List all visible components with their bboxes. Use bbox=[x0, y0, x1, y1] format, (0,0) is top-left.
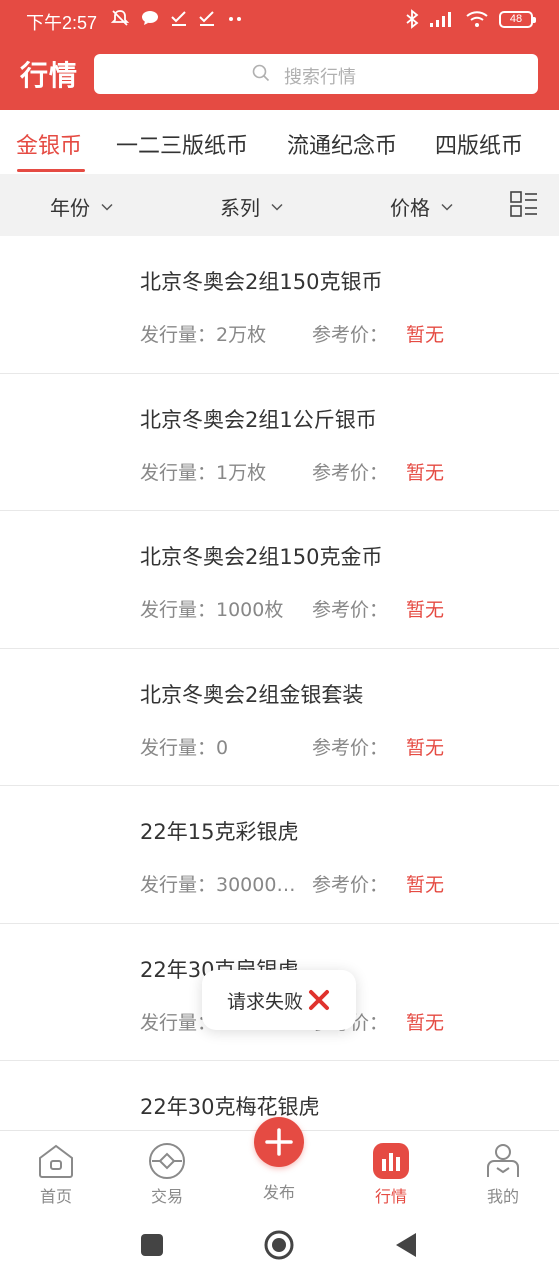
mute-icon bbox=[110, 10, 130, 26]
nav-home-label: 首页 bbox=[39, 1187, 72, 1206]
home-circle-icon[interactable] bbox=[264, 1230, 294, 1260]
layout-toggle-icon[interactable] bbox=[508, 188, 540, 220]
item-issue-volume: 发行量：0 bbox=[140, 736, 229, 759]
item-ref-label: 参考价： bbox=[312, 736, 389, 759]
active-tab-indicator bbox=[17, 169, 85, 172]
item-price: 暂无 bbox=[406, 1011, 445, 1034]
cross-mark-icon bbox=[309, 990, 329, 1010]
item-price: 暂无 bbox=[406, 874, 445, 896]
nav-home[interactable]: 首页 bbox=[16, 1141, 96, 1207]
item-issue-volume: 发行量：1000枚 bbox=[140, 599, 284, 621]
battery-indicator: 48 bbox=[499, 10, 536, 28]
more-dots-icon bbox=[229, 17, 241, 21]
tab-fourth-series-notes[interactable]: 四版纸币 bbox=[435, 128, 523, 160]
filter-bar: 年份 系列 价格 bbox=[0, 174, 559, 236]
status-bar: 下午2:57 48 bbox=[0, 0, 559, 40]
search-icon bbox=[252, 64, 270, 82]
item-price: 暂无 bbox=[406, 736, 445, 759]
nav-market-label: 行情 bbox=[374, 1187, 407, 1206]
back-icon[interactable] bbox=[392, 1230, 422, 1260]
status-right-icons: 48 bbox=[405, 9, 536, 29]
check-icon bbox=[199, 11, 214, 26]
chevron-down-icon bbox=[271, 203, 283, 211]
system-nav-bar bbox=[0, 1210, 559, 1280]
item-ref-label: 参考价： bbox=[312, 324, 389, 346]
item-issue-volume: 发行量：2万枚 bbox=[140, 324, 267, 346]
message-icon bbox=[142, 11, 158, 25]
page-title: 行情 bbox=[20, 59, 79, 92]
tab-commemorative-coins[interactable]: 流通纪念币 bbox=[287, 128, 397, 160]
item-issue-volume: 发行量：1万枚 bbox=[140, 461, 267, 484]
error-toast: 请求失败 bbox=[202, 970, 356, 1030]
category-tabs: 金银币 一二三版纸币 流通纪念币 四版纸币 bbox=[0, 110, 559, 174]
toast-message: 请求失败 bbox=[226, 990, 303, 1013]
search-input[interactable]: 搜索行情 bbox=[94, 54, 538, 94]
item-title: 北京冬奥会2组150克金币 bbox=[140, 545, 383, 569]
plus-icon bbox=[265, 1128, 293, 1156]
series-filter-label: 系列 bbox=[220, 196, 260, 220]
tab-gold-silver-coins[interactable]: 金银币 bbox=[16, 128, 82, 160]
tab-early-banknotes[interactable]: 一二三版纸币 bbox=[116, 128, 248, 160]
year-filter[interactable]: 年份 bbox=[50, 192, 114, 221]
series-filter[interactable]: 系列 bbox=[220, 192, 284, 221]
nav-profile[interactable]: 我的 bbox=[463, 1141, 543, 1207]
item-ref-label: 参考价： bbox=[312, 461, 389, 484]
item-title: 北京冬奥会2组150克银币 bbox=[140, 270, 383, 294]
chevron-down-icon bbox=[101, 203, 113, 211]
list-item[interactable]: 北京冬奥会2组1公斤银币 发行量：1万枚 参考价： 暂无 bbox=[0, 374, 559, 511]
status-time: 下午2:57 bbox=[26, 13, 98, 33]
price-filter-label: 价格 bbox=[390, 196, 430, 220]
check-icon bbox=[171, 11, 186, 26]
wifi-icon bbox=[466, 11, 488, 27]
search-placeholder: 搜索行情 bbox=[284, 67, 356, 88]
nav-profile-label: 我的 bbox=[486, 1187, 519, 1206]
item-issue-volume: 发行量：30000… bbox=[140, 874, 296, 896]
item-ref-label: 参考价： bbox=[312, 599, 389, 621]
top-bar: 下午2:57 48 行情 搜索行情 bbox=[0, 0, 559, 110]
publish-label: 发布 bbox=[262, 1183, 295, 1202]
trade-icon bbox=[149, 1143, 185, 1179]
list-item[interactable]: 北京冬奥会2组150克银币 发行量：2万枚 参考价： 暂无 bbox=[0, 236, 559, 374]
nav-market[interactable]: 行情 bbox=[351, 1141, 431, 1207]
item-title: 22年15克彩银虎 bbox=[140, 820, 299, 844]
year-filter-label: 年份 bbox=[50, 196, 90, 220]
list-item[interactable]: 北京冬奥会2组150克金币 发行量：1000枚 参考价： 暂无 bbox=[0, 511, 559, 649]
home-icon bbox=[39, 1144, 73, 1178]
bluetooth-icon bbox=[406, 9, 419, 29]
item-price: 暂无 bbox=[406, 599, 445, 621]
publish-button[interactable] bbox=[254, 1117, 304, 1167]
list-item[interactable]: 22年15克彩银虎 发行量：30000… 参考价： 暂无 bbox=[0, 786, 559, 924]
signal-icon bbox=[430, 12, 451, 27]
item-title: 北京冬奥会2组1公斤银币 bbox=[140, 407, 377, 432]
item-ref-label: 参考价： bbox=[312, 874, 389, 896]
chevron-down-icon bbox=[441, 203, 453, 211]
nav-trade-label: 交易 bbox=[150, 1187, 183, 1206]
profile-icon bbox=[487, 1144, 519, 1177]
item-price: 暂无 bbox=[406, 324, 445, 346]
status-left-icons bbox=[110, 8, 244, 28]
market-list: 北京冬奥会2组150克银币 发行量：2万枚 参考价： 暂无 北京冬奥会2组1公斤… bbox=[0, 236, 559, 1199]
item-title: 北京冬奥会2组金银套装 bbox=[140, 682, 364, 707]
chart-icon bbox=[373, 1143, 409, 1179]
list-item[interactable]: 北京冬奥会2组金银套装 发行量：0 参考价： 暂无 bbox=[0, 649, 559, 786]
item-price: 暂无 bbox=[406, 461, 445, 484]
nav-trade[interactable]: 交易 bbox=[127, 1141, 207, 1207]
recent-apps-icon[interactable] bbox=[137, 1230, 167, 1260]
price-filter[interactable]: 价格 bbox=[390, 192, 454, 221]
